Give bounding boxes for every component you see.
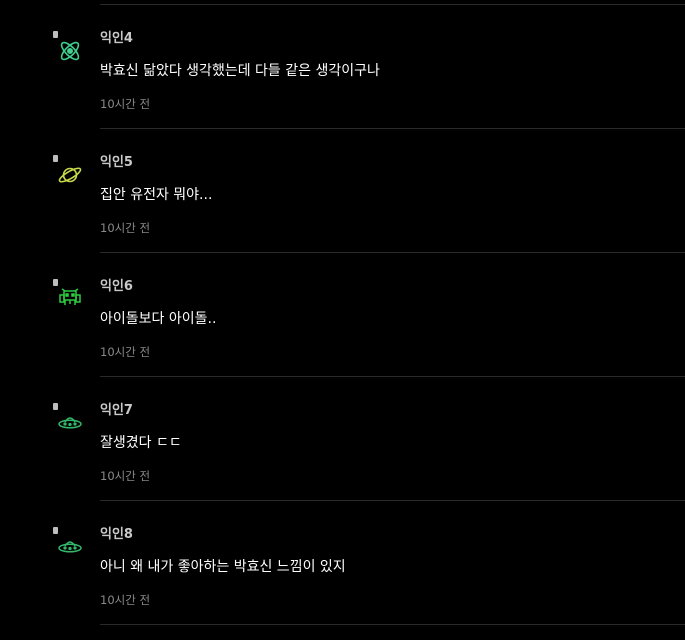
planet-icon[interactable] — [57, 162, 83, 188]
comment-item: 익인5 집안 유전자 뭐야... 10시간 전 — [0, 129, 685, 253]
comment-list: 익인4 박효신 닮았다 생각했는데 다들 같은 생각이구나 10시간 전 익인5… — [0, 5, 685, 625]
comment-text: 아니 왜 내가 좋아하는 박효신 느낌이 있지 — [100, 559, 346, 575]
badge-icon — [53, 31, 58, 38]
comment-text: 박효신 닮았다 생각했는데 다들 같은 생각이구나 — [100, 63, 380, 79]
space-invader-icon[interactable] — [57, 286, 83, 312]
comment-timestamp: 10시간 전 — [100, 469, 151, 483]
ufo-icon[interactable] — [57, 410, 83, 436]
comment-item: 익인8 아니 왜 내가 좋아하는 박효신 느낌이 있지 10시간 전 — [0, 501, 685, 625]
badge-icon — [53, 527, 58, 534]
comment-author[interactable]: 익인7 — [100, 402, 133, 420]
comment-timestamp: 10시간 전 — [100, 97, 151, 111]
ufo-icon[interactable] — [57, 534, 83, 560]
badge-icon — [53, 279, 58, 286]
comment-text: 아이돌보다 아이돌.. — [100, 311, 217, 327]
comment-timestamp: 10시간 전 — [100, 593, 151, 607]
comment-author[interactable]: 익인5 — [100, 154, 133, 172]
badge-icon — [53, 155, 58, 162]
comment-text: 집안 유전자 뭐야... — [100, 187, 213, 203]
atom-icon[interactable] — [57, 38, 83, 64]
comment-author[interactable]: 익인4 — [100, 30, 133, 48]
comment-timestamp: 10시간 전 — [100, 345, 151, 359]
comment-author[interactable]: 익인6 — [100, 278, 133, 296]
comment-text: 잘생겼다 ㄷㄷ — [100, 435, 182, 451]
comment-author[interactable]: 익인8 — [100, 526, 133, 544]
comment-timestamp: 10시간 전 — [100, 221, 151, 235]
comment-item: 익인7 잘생겼다 ㄷㄷ 10시간 전 — [0, 377, 685, 501]
badge-icon — [53, 403, 58, 410]
comment-item: 익인4 박효신 닮았다 생각했는데 다들 같은 생각이구나 10시간 전 — [0, 5, 685, 129]
comment-item: 익인6 아이돌보다 아이돌.. 10시간 전 — [0, 253, 685, 377]
